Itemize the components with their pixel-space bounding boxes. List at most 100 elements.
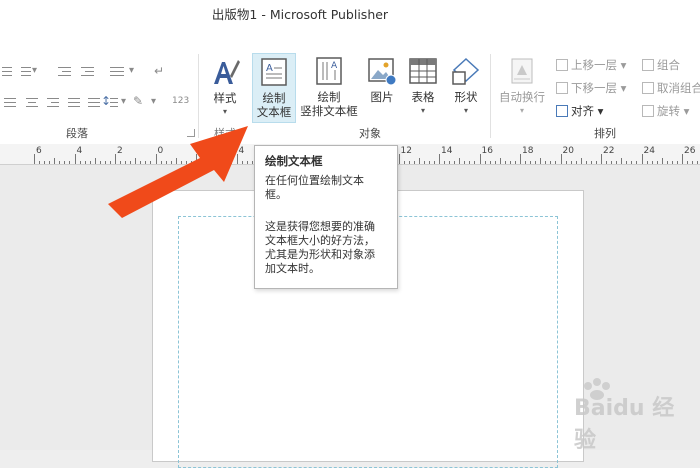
ruler-tick xyxy=(464,161,466,164)
ruler-tick xyxy=(641,154,643,164)
ruler-tick xyxy=(484,161,486,164)
ruler-tick xyxy=(525,161,527,164)
dropdown-caret-icon: ▾ xyxy=(617,81,627,95)
wrap-text-icon xyxy=(511,58,533,84)
ruler-tick xyxy=(454,161,456,164)
paragraph-settings-button[interactable]: 123 xyxy=(172,92,194,112)
group-button[interactable]: 组合 xyxy=(642,57,680,75)
bring-forward-icon xyxy=(556,59,568,71)
ruler-tick xyxy=(34,154,35,164)
ruler-tick xyxy=(575,161,577,164)
ruler-tick xyxy=(69,161,71,164)
ruler-tick xyxy=(651,161,653,164)
ruler-tick xyxy=(474,161,476,164)
dropdown-caret-icon: ▾ xyxy=(129,65,135,76)
ruler-tick xyxy=(459,158,461,164)
ruler-tick xyxy=(408,161,410,164)
annotation-arrow-icon xyxy=(108,126,248,218)
numbering-button[interactable] xyxy=(17,63,42,81)
ruler-tick xyxy=(661,158,663,164)
ruler-tick xyxy=(403,161,405,164)
ruler-tick xyxy=(535,161,537,164)
shading-button[interactable]: ✎ ▾ xyxy=(131,92,161,112)
textbox-icon: A xyxy=(261,58,287,86)
ruler-tick xyxy=(692,161,694,164)
ruler-tick xyxy=(94,158,96,164)
ungroup-button[interactable]: 取消组合 xyxy=(642,80,700,98)
draw-textbox-tooltip: 绘制文本框 在任何位置绘制文本 框。 这是获得您想要的准确 文本框大小的好方法，… xyxy=(254,145,398,289)
paint-bucket-icon: ✎ xyxy=(133,94,144,108)
align-left-button[interactable] xyxy=(2,94,18,112)
line-break-icon: ↵ xyxy=(154,64,165,78)
rotate-button[interactable]: 旋转 ▾ xyxy=(642,103,689,121)
ruler-tick xyxy=(671,161,673,164)
ruler-tick xyxy=(64,161,66,164)
shapes-button[interactable]: 形状 ▾ xyxy=(446,53,486,123)
align-icon xyxy=(556,105,568,117)
watermark: Baidu 经验 xyxy=(540,378,690,453)
ruler-tick xyxy=(39,161,41,164)
ruler-tick xyxy=(423,161,425,164)
tooltip-line: 这是获得您想要的准确 xyxy=(265,220,375,233)
line-break-button[interactable]: ↵ xyxy=(152,63,168,81)
line-spacing-button[interactable]: ↕ ▾ xyxy=(101,92,129,112)
ruler-tick xyxy=(666,161,668,164)
picture-button[interactable]: 图片 xyxy=(364,53,400,123)
vertical-textbox-icon: A xyxy=(316,57,342,85)
ruler-tick xyxy=(433,161,435,164)
decrease-indent-button[interactable] xyxy=(56,63,74,81)
ruler-tick xyxy=(479,154,481,164)
justify-button[interactable] xyxy=(66,94,82,112)
ruler-tick xyxy=(555,161,557,164)
send-backward-button[interactable]: 下移一层 ▾ xyxy=(556,80,626,98)
draw-textbox-button[interactable]: A 绘制 文本框 xyxy=(252,53,296,123)
ruler-label: 20 xyxy=(562,146,574,156)
ruler-tick xyxy=(444,161,446,164)
increase-indent-button[interactable] xyxy=(79,63,97,81)
ruler-tick xyxy=(611,161,613,164)
draw-vertical-textbox-button[interactable]: A 绘制 竖排文本框 xyxy=(298,53,360,123)
dropdown-caret-icon: ▾ xyxy=(594,104,604,118)
table-button[interactable]: 表格 ▾ xyxy=(404,53,442,123)
ruler-tick xyxy=(626,161,628,164)
ruler-tick xyxy=(514,161,516,164)
align-center-button[interactable] xyxy=(24,94,40,112)
distributed-button[interactable] xyxy=(86,94,102,112)
ruler-label: 18 xyxy=(522,146,534,156)
ruler-label: 16 xyxy=(481,146,493,156)
dropdown-caret-icon: ▾ xyxy=(617,58,627,72)
tooltip-line: 文本框大小的好方法， xyxy=(265,234,375,247)
align-button[interactable]: 对齐 ▾ xyxy=(556,103,603,121)
ruler-tick xyxy=(49,161,51,164)
ruler-tick xyxy=(540,158,542,164)
styles-button[interactable]: 样式 ▾ xyxy=(204,54,246,124)
picture-icon xyxy=(368,58,397,86)
ruler-tick xyxy=(550,161,552,164)
tooltip-line: 加文本时。 xyxy=(265,262,320,275)
ruler-tick xyxy=(449,161,451,164)
ruler-tick xyxy=(520,154,521,164)
ruler-tick xyxy=(580,158,582,164)
ruler-tick xyxy=(656,161,658,164)
styles-icon xyxy=(214,60,240,84)
dropdown-caret-icon: ▾ xyxy=(680,104,690,118)
bring-forward-button[interactable]: 上移一层 ▾ xyxy=(556,57,626,75)
ruler-tick xyxy=(636,161,638,164)
ruler-tick xyxy=(499,158,501,164)
ruler-tick xyxy=(631,161,633,164)
wrap-text-button[interactable]: 自动换行 ▾ xyxy=(494,53,550,123)
ruler-tick xyxy=(590,161,592,164)
ruler-tick xyxy=(682,154,683,164)
tooltip-line: 框。 xyxy=(265,188,287,201)
columns-button[interactable]: ▾ xyxy=(108,63,138,81)
ruler-tick xyxy=(418,158,420,164)
table-icon xyxy=(409,58,437,84)
ruler-tick xyxy=(530,161,532,164)
ruler-tick xyxy=(74,154,76,164)
dropdown-caret-icon: ▾ xyxy=(151,96,157,107)
tooltip-title: 绘制文本框 xyxy=(265,154,323,168)
ruler-tick xyxy=(616,161,618,164)
ruler-tick xyxy=(413,161,415,164)
align-right-button[interactable] xyxy=(45,94,61,112)
group-icon xyxy=(642,59,654,71)
